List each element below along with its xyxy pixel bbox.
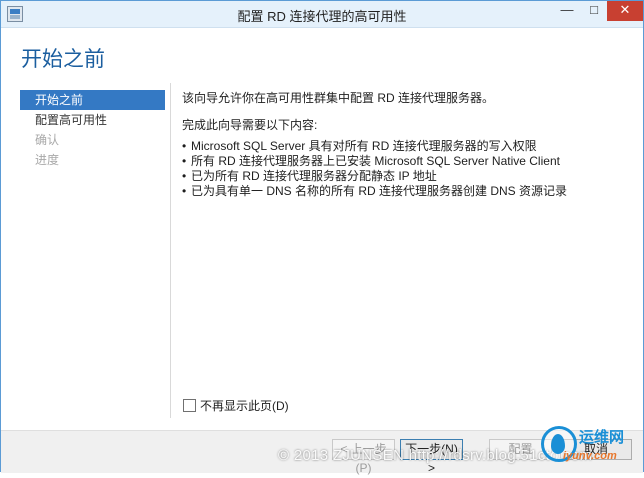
page-title: 开始之前 xyxy=(21,48,105,71)
nav-item-progress: 进度 xyxy=(35,153,60,167)
requirement-item: 所有 RD 连接代理服务器上已安装 Microsoft SQL Server N… xyxy=(182,154,622,169)
skip-page-option[interactable]: 不再显示此页(D) xyxy=(183,397,289,414)
content-pane: 该向导允许你在高可用性群集中配置 RD 连接代理服务器。 完成此向导需要以下内容… xyxy=(182,91,622,199)
nav-item-configure-ha[interactable]: 配置高可用性 xyxy=(20,110,165,130)
requirement-item: 已为所有 RD 连接代理服务器分配静态 IP 地址 xyxy=(182,169,622,184)
watermark-logo: 运维网 iyunv.com xyxy=(541,420,629,466)
nav-item-confirmation: 确认 xyxy=(35,133,60,147)
close-button[interactable]: ✕ xyxy=(607,1,643,21)
skip-page-checkbox[interactable] xyxy=(183,399,196,412)
nav-divider xyxy=(170,83,171,418)
wizard-window: 配置 RD 连接代理的高可用性 — □ ✕ 开始之前 开始之前 配置高可用性 确… xyxy=(0,0,644,475)
minimize-button[interactable]: — xyxy=(554,1,580,21)
intro-text: 该向导允许你在高可用性群集中配置 RD 连接代理服务器。 xyxy=(182,91,495,105)
window-title: 配置 RD 连接代理的高可用性 xyxy=(237,9,407,24)
wizard-nav: 开始之前 配置高可用性 确认 进度 xyxy=(20,90,165,170)
requirement-item: Microsoft SQL Server 具有对所有 RD 连接代理服务器的写入… xyxy=(182,139,622,154)
maximize-button[interactable]: □ xyxy=(581,1,607,21)
nav-item-before-you-begin[interactable]: 开始之前 xyxy=(20,90,165,110)
logo-name: 运维网 xyxy=(579,429,625,446)
requirements-list: Microsoft SQL Server 具有对所有 RD 连接代理服务器的写入… xyxy=(182,139,622,199)
skip-page-label: 不再显示此页(D) xyxy=(200,399,289,413)
title-bar[interactable]: 配置 RD 连接代理的高可用性 — □ ✕ xyxy=(1,1,643,28)
logo-site: iyunv.com xyxy=(563,450,617,462)
requirement-item: 已为具有单一 DNS 名称的所有 RD 连接代理服务器创建 DNS 资源记录 xyxy=(182,184,622,199)
requirements-lead: 完成此向导需要以下内容: xyxy=(182,118,318,132)
